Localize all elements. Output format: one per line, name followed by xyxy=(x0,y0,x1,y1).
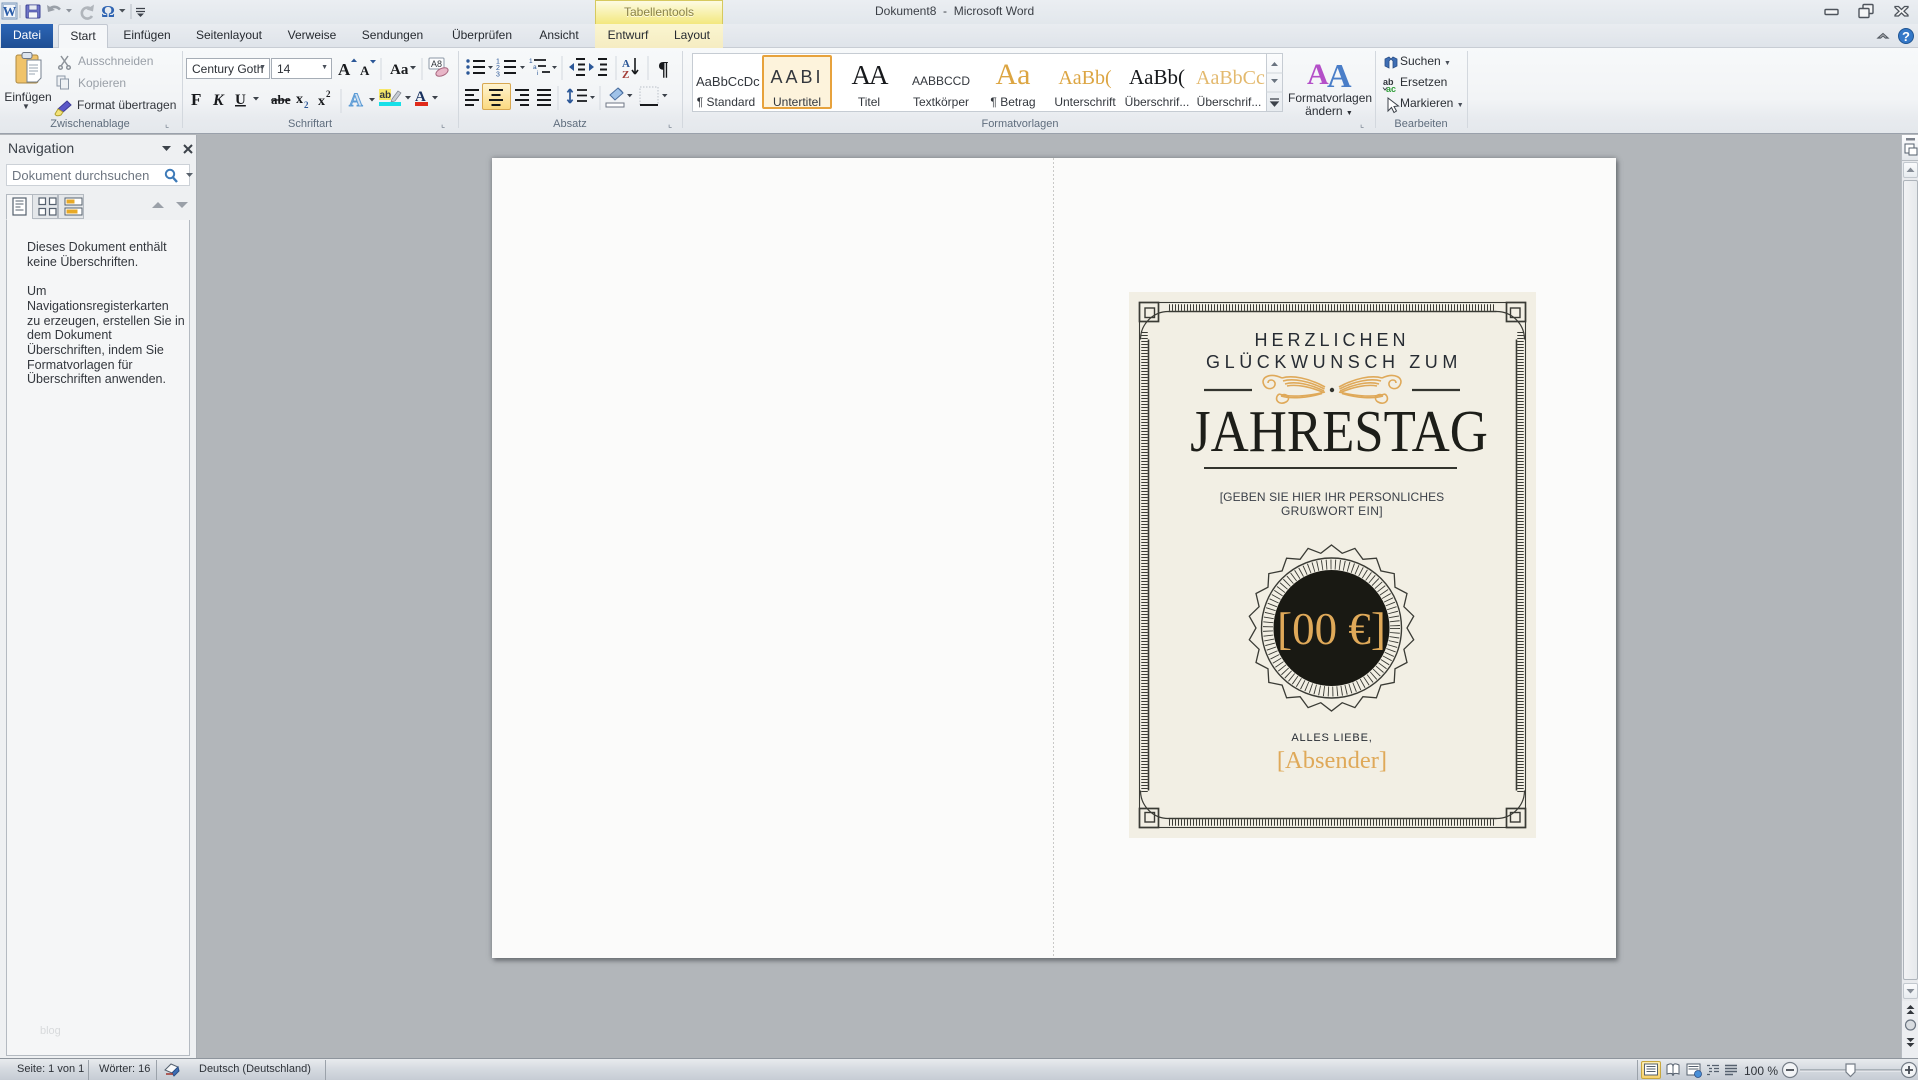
svg-text:GLÜCKWUNSCH ZUM: GLÜCKWUNSCH ZUM xyxy=(1206,352,1462,372)
svg-text:abe: abe xyxy=(271,92,291,107)
svg-text:3: 3 xyxy=(496,72,500,79)
svg-text:W: W xyxy=(3,4,17,19)
svg-text:[GEBEN SIE HIER IHR PERSONLICH: [GEBEN SIE HIER IHR PERSONLICHES xyxy=(1220,490,1445,504)
svg-text:Ω: Ω xyxy=(101,2,115,21)
svg-text:2: 2 xyxy=(326,89,331,99)
svg-text:ALLES LIEBE,: ALLES LIEBE, xyxy=(1291,732,1372,744)
svg-text:[Absender]: [Absender] xyxy=(1277,747,1387,774)
svg-text:Aa: Aa xyxy=(390,62,409,78)
svg-text:A: A xyxy=(360,63,370,78)
svg-text:¶: ¶ xyxy=(658,58,669,80)
svg-text:Z: Z xyxy=(622,69,629,81)
svg-text:?: ? xyxy=(1902,29,1910,44)
svg-text:A: A xyxy=(1307,58,1329,90)
svg-text:x: x xyxy=(318,94,325,109)
svg-text:i: i xyxy=(537,70,538,77)
svg-text:GRUßWORT EIN]: GRUßWORT EIN] xyxy=(1281,504,1383,518)
svg-text:JAHRESTAG: JAHRESTAG xyxy=(1190,399,1488,465)
svg-text:U: U xyxy=(235,92,246,108)
svg-text:[00 €]: [00 €] xyxy=(1277,604,1386,654)
svg-text:A8: A8 xyxy=(431,59,442,69)
svg-text:F: F xyxy=(191,90,201,109)
svg-text:ab: ab xyxy=(380,90,392,101)
svg-text:2: 2 xyxy=(304,100,309,110)
svg-text:x: x xyxy=(296,92,303,107)
svg-text:A: A xyxy=(338,60,351,79)
svg-text:K: K xyxy=(212,92,225,109)
svg-text:A: A xyxy=(349,90,363,111)
svg-text:ac: ac xyxy=(1386,84,1396,94)
svg-text:A: A xyxy=(1327,58,1352,90)
svg-text:HERZLICHEN: HERZLICHEN xyxy=(1254,330,1409,350)
